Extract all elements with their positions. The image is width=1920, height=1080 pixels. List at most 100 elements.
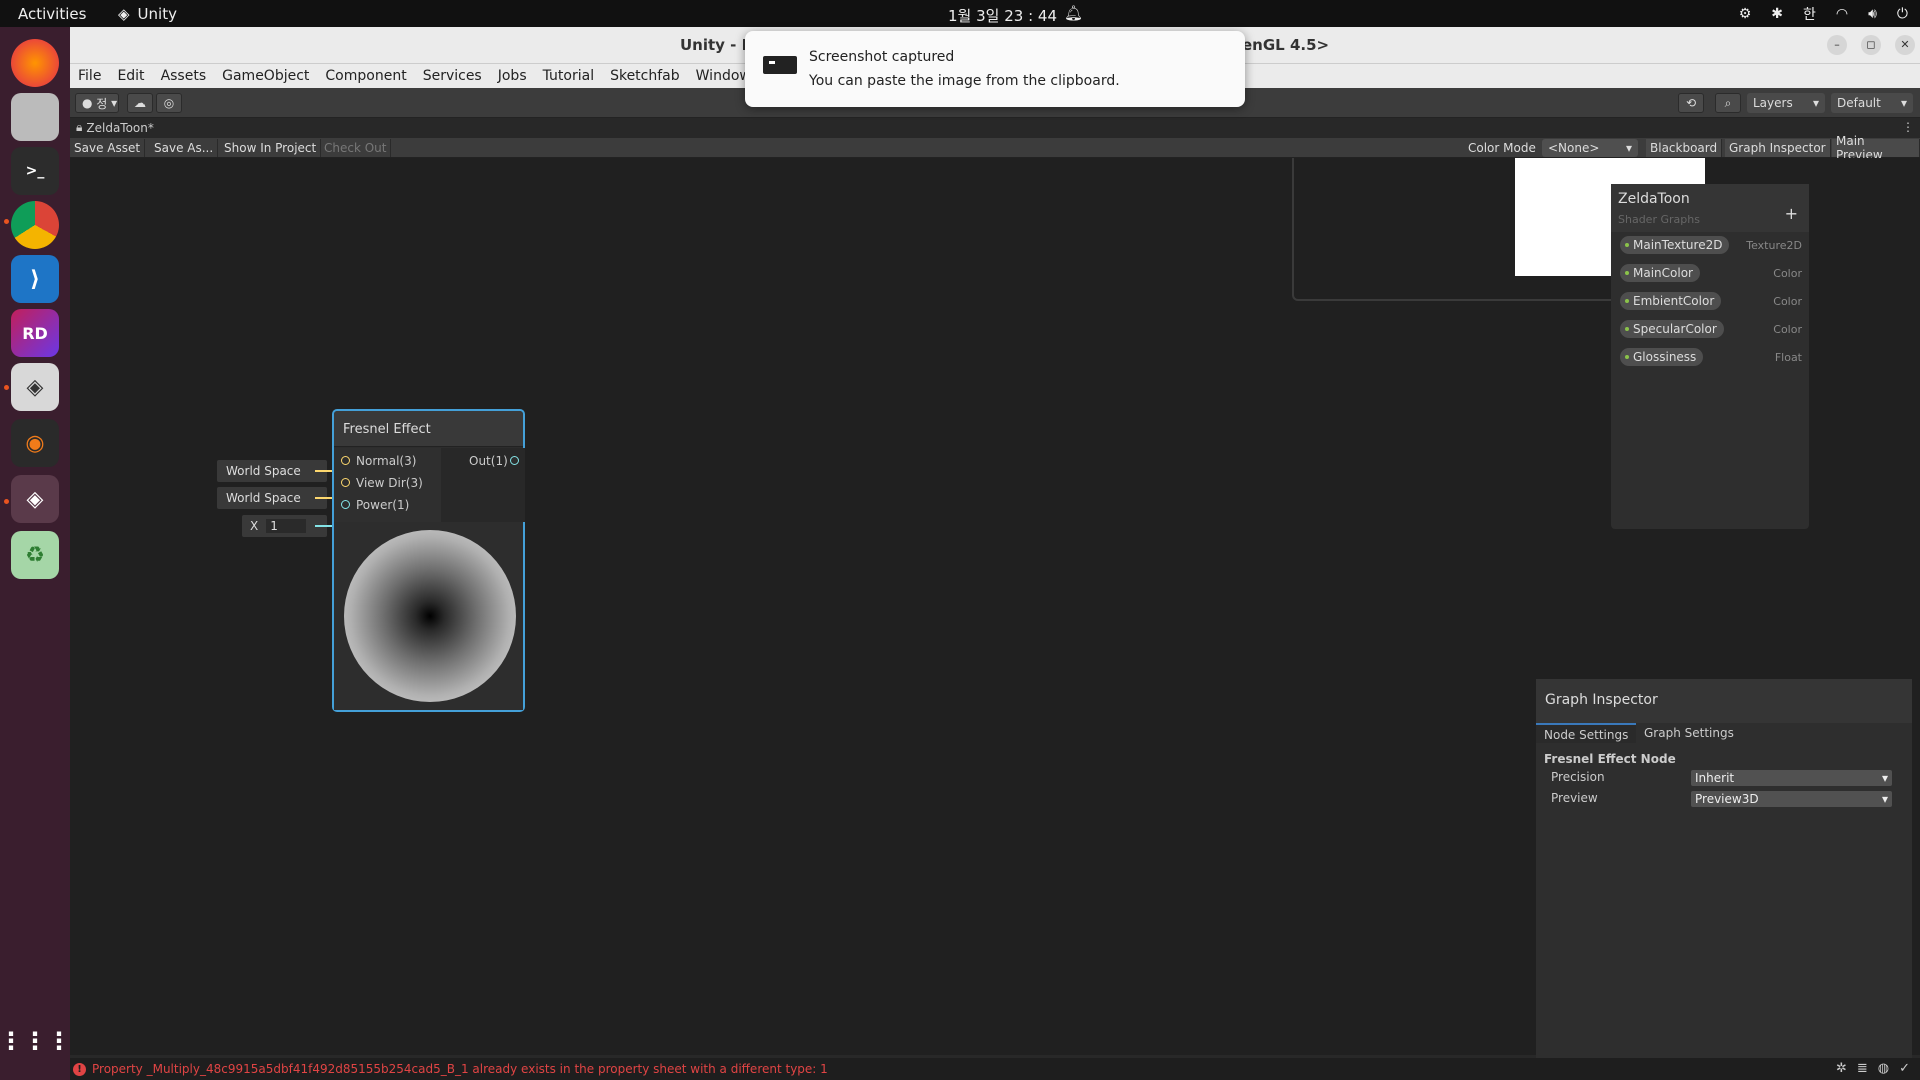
- menu-jobs[interactable]: Jobs: [498, 68, 527, 84]
- node-inputs: Normal(3) View Dir(3) Power(1): [334, 448, 441, 522]
- property-row[interactable]: MainColor Color: [1620, 264, 1802, 282]
- cloud-icon[interactable]: ☁: [127, 93, 153, 113]
- activities-button[interactable]: Activities: [18, 5, 86, 23]
- fresnel-effect-node[interactable]: Fresnel Effect Normal(3) View Dir(3) Pow…: [332, 409, 525, 712]
- menu-file[interactable]: File: [78, 68, 101, 84]
- add-property-icon[interactable]: +: [1785, 204, 1798, 223]
- preview-dropdown[interactable]: Preview3D ▾: [1691, 791, 1892, 807]
- notification-title: Screenshot captured: [809, 49, 955, 65]
- check-icon[interactable]: ✓: [1899, 1061, 1910, 1076]
- vscode-icon[interactable]: ⟩: [11, 255, 59, 303]
- normal-port-label: Normal(3): [356, 454, 417, 468]
- unity-hub-icon[interactable]: ◈: [11, 363, 59, 411]
- minimize-icon[interactable]: –: [1827, 35, 1847, 55]
- layers-dropdown[interactable]: Layers ▾: [1747, 93, 1825, 113]
- show-apps-icon[interactable]: ⋮⋮⋮: [0, 1017, 71, 1065]
- chrome-icon[interactable]: [11, 201, 59, 249]
- blackboard-toggle[interactable]: Blackboard: [1646, 139, 1723, 157]
- graph-inspector-panel: Graph Inspector Node Settings Graph Sett…: [1536, 679, 1912, 1074]
- error-text: Property _Multiply_48c9915a5dbf41f492d85…: [92, 1062, 828, 1076]
- normal-port[interactable]: [341, 456, 350, 465]
- preview-value: Preview3D: [1695, 792, 1759, 806]
- dock: >_ ⟩ RD ◈ ◉ ◈ ♻ ⋮⋮⋮: [0, 27, 71, 1080]
- property-row[interactable]: MainTexture2D Texture2D: [1620, 236, 1802, 254]
- power-icon[interactable]: ⏻: [1897, 6, 1908, 22]
- precision-dropdown[interactable]: Inherit ▾: [1691, 770, 1892, 786]
- check-out-button[interactable]: Check Out: [320, 139, 392, 157]
- system-tray[interactable]: ⚙ ✱ 한 ◠ 🔊︎ ⏻: [1739, 4, 1908, 24]
- rider-icon[interactable]: RD: [11, 309, 59, 357]
- search-icon[interactable]: ⌕: [1715, 93, 1741, 113]
- normal-space-field[interactable]: World Space: [217, 460, 327, 482]
- power-value[interactable]: 1: [266, 519, 307, 533]
- node-title[interactable]: Fresnel Effect: [334, 411, 523, 447]
- inspector-section-title: Fresnel Effect Node: [1544, 752, 1676, 766]
- precision-label: Precision: [1551, 770, 1605, 784]
- menu-window[interactable]: Window: [696, 68, 751, 84]
- save-asset-button[interactable]: Save Asset: [70, 139, 146, 157]
- menu-tutorial[interactable]: Tutorial: [543, 68, 594, 84]
- firefox-icon[interactable]: [11, 39, 59, 87]
- color-picker-icon[interactable]: ✱: [1771, 6, 1783, 22]
- screenshot-notification[interactable]: Screenshot captured You can paste the im…: [745, 31, 1245, 107]
- more-options-icon[interactable]: ⋮: [1902, 120, 1914, 134]
- menu-component[interactable]: Component: [325, 68, 406, 84]
- graph-canvas[interactable]: World Space World Space X 1 Fresnel Effe…: [70, 158, 1920, 1074]
- account-dropdown[interactable]: ● 정 ▾: [75, 93, 119, 113]
- trash-icon[interactable]: ♻: [11, 531, 59, 579]
- clock[interactable]: 1월 3일 23 : 44: [948, 5, 1057, 26]
- app-menu[interactable]: ◈ Unity: [118, 5, 177, 23]
- show-in-project-button[interactable]: Show In Project: [220, 139, 322, 157]
- tab-label: ZeldaToon*: [86, 120, 154, 135]
- tab-zeldatoon[interactable]: 🔒︎ ZeldaToon*: [76, 120, 154, 135]
- inspector-title: Graph Inspector: [1536, 679, 1912, 723]
- property-pill[interactable]: EmbientColor: [1620, 292, 1722, 310]
- menu-gameobject[interactable]: GameObject: [222, 68, 309, 84]
- menu-sketchfab[interactable]: Sketchfab: [610, 68, 680, 84]
- collab-icon[interactable]: ◎: [156, 93, 182, 113]
- progress-icon[interactable]: ◍: [1878, 1061, 1889, 1076]
- graph-inspector-toggle[interactable]: Graph Inspector: [1725, 139, 1831, 157]
- blackboard-subtitle: Shader Graphs: [1618, 213, 1700, 226]
- ime-indicator[interactable]: 한: [1803, 4, 1816, 24]
- stack-icon[interactable]: ≣: [1857, 1061, 1868, 1076]
- menu-assets[interactable]: Assets: [161, 68, 207, 84]
- blackboard-title: ZeldaToon: [1618, 191, 1690, 207]
- wifi-icon[interactable]: ◠: [1836, 6, 1848, 22]
- property-pill[interactable]: MainTexture2D: [1620, 236, 1730, 254]
- close-icon[interactable]: ✕: [1895, 35, 1915, 55]
- terminal-icon[interactable]: >_: [11, 147, 59, 195]
- layout-dropdown[interactable]: Default ▾: [1831, 93, 1913, 113]
- output-port[interactable]: [510, 456, 519, 465]
- menu-edit[interactable]: Edit: [117, 68, 144, 84]
- save-as-button[interactable]: Save As...: [150, 139, 219, 157]
- unity-editor-icon[interactable]: ◈: [11, 475, 59, 523]
- power-port[interactable]: [341, 500, 350, 509]
- property-type: Color: [1773, 322, 1802, 336]
- property-row[interactable]: EmbientColor Color: [1620, 292, 1802, 310]
- files-icon[interactable]: [11, 93, 59, 141]
- maximize-icon[interactable]: ◻: [1861, 35, 1881, 55]
- property-pill[interactable]: MainColor: [1620, 264, 1700, 282]
- main-preview-toggle[interactable]: Main Preview: [1832, 134, 1920, 162]
- property-name: Glossiness: [1633, 350, 1697, 364]
- property-row[interactable]: Glossiness Float: [1620, 348, 1802, 366]
- tab-graph-settings[interactable]: Graph Settings: [1636, 723, 1742, 743]
- property-pill[interactable]: SpecularColor: [1620, 320, 1724, 338]
- volume-icon[interactable]: 🔊︎: [1868, 6, 1877, 22]
- steam-icon[interactable]: ⚙: [1739, 6, 1752, 22]
- property-pill[interactable]: Glossiness: [1620, 348, 1704, 366]
- status-bar[interactable]: ! Property _Multiply_48c9915a5dbf41f492d…: [70, 1058, 1920, 1080]
- color-mode-dropdown[interactable]: <None> ▾: [1542, 139, 1638, 157]
- window-title-right: enGL 4.5>: [1242, 36, 1330, 54]
- bug-icon[interactable]: ✲: [1836, 1061, 1847, 1076]
- view-dir-space-field[interactable]: World Space: [217, 487, 327, 509]
- tab-node-settings[interactable]: Node Settings: [1536, 723, 1637, 743]
- view-dir-port[interactable]: [341, 478, 350, 487]
- history-icon[interactable]: ⟲: [1678, 93, 1704, 113]
- menu-services[interactable]: Services: [423, 68, 482, 84]
- property-row[interactable]: SpecularColor Color: [1620, 320, 1802, 338]
- screenshot-icon: [763, 56, 797, 74]
- blender-icon[interactable]: ◉: [11, 419, 59, 467]
- console-error-message[interactable]: ! Property _Multiply_48c9915a5dbf41f492d…: [73, 1062, 828, 1076]
